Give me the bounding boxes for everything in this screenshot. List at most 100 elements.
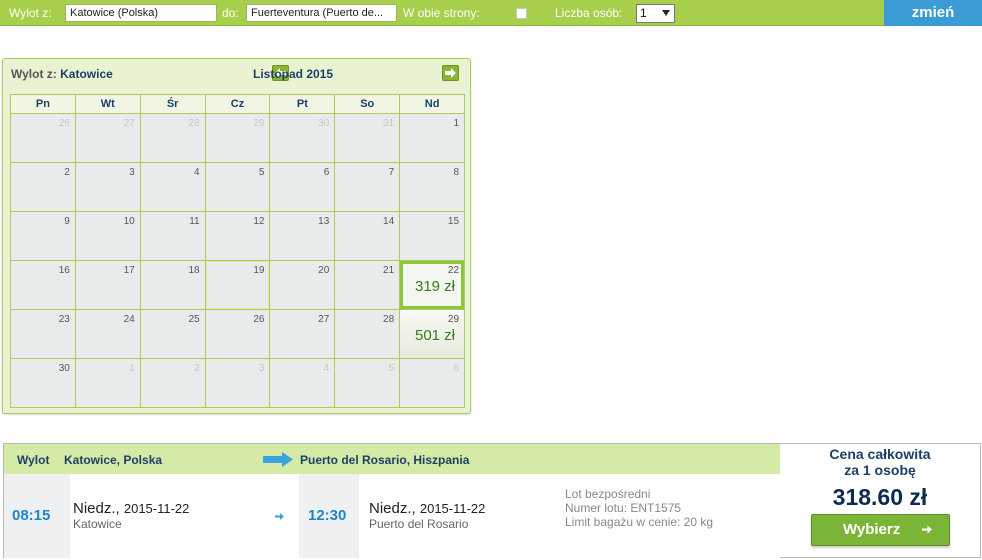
day-number: 25: [188, 314, 200, 325]
to-label: do:: [222, 6, 239, 20]
calendar-day: 10: [75, 212, 141, 261]
calendar-day: 18: [140, 261, 206, 310]
calendar-week: 9 10 11 12 13 14 15: [11, 212, 466, 261]
calendar-day: 1: [75, 359, 141, 408]
weekday-label: Wt: [75, 95, 141, 114]
arrival-date-value: 2015-11-22: [419, 501, 486, 516]
calendar-day: 17: [75, 261, 141, 310]
calendar-week: 26 27 28 29 30 31 1: [11, 114, 466, 163]
weekday-label: Śr: [140, 95, 206, 114]
arrival-time: 12:30: [308, 507, 347, 524]
calendar-day-with-price[interactable]: 22 319 zł: [400, 261, 466, 310]
roundtrip-checkbox[interactable]: [516, 8, 527, 19]
calendar-day: 8: [400, 163, 466, 212]
departure-weekday: Niedz.,: [73, 500, 120, 517]
arrow-right-icon: [275, 513, 284, 520]
departure-date: Niedz., 2015-11-22: [73, 500, 189, 517]
calendar-day: 27: [270, 310, 336, 359]
day-number: 19: [253, 265, 265, 276]
weekday-label: Pn: [11, 95, 76, 114]
price-box: Cena całkowita za 1 osobę 318.60 zł Wybi…: [780, 444, 980, 557]
flight-direct-info: Lot bezpośredni: [565, 487, 651, 501]
calendar-month: Listopad 2015: [252, 67, 334, 81]
day-price: 319 zł: [414, 278, 456, 295]
calendar-day: 19: [205, 261, 271, 310]
day-number: 29: [253, 118, 265, 129]
search-bar: Wylot z: Katowice (Polska) do: Fuerteven…: [0, 0, 982, 26]
to-field[interactable]: Fuerteventura (Puerto de...: [246, 4, 397, 22]
flight-direction-label: Wylot: [17, 453, 50, 467]
calendar-day: 9: [11, 212, 76, 261]
day-number: 6: [453, 363, 460, 374]
day-number: 23: [58, 314, 70, 325]
from-label: Wylot z:: [9, 6, 52, 20]
calendar-day: 6: [270, 163, 336, 212]
calendar-day: 5: [205, 163, 271, 212]
day-price: 501 zł: [414, 327, 456, 344]
calendar-day: 7: [335, 163, 401, 212]
persons-label: Liczba osób:: [555, 6, 623, 20]
day-number: 20: [318, 265, 330, 276]
day-number: 8: [453, 167, 460, 178]
price-title-line1: Cena całkowita: [829, 446, 931, 462]
price-title-line2: za 1 osobę: [844, 462, 916, 478]
change-search-button[interactable]: zmień: [884, 0, 982, 26]
flight-number: Numer lotu: ENT1575: [565, 501, 682, 515]
select-flight-label: Wybierz: [843, 521, 901, 538]
persons-select[interactable]: 1: [636, 4, 675, 23]
calendar-day: 16: [11, 261, 76, 310]
calendar-day: 6: [400, 359, 466, 408]
day-number: 1: [129, 363, 135, 374]
calendar-day: 2: [11, 163, 76, 212]
day-number: 26: [253, 314, 265, 325]
day-number: 31: [383, 118, 395, 129]
calendar-grid: Pn Wt Śr Cz Pt So Nd 26 27 28 29 30 31 1 2 3 4 5 6 7 8 9 10 11…: [10, 94, 466, 408]
calendar-day: 31: [335, 114, 401, 163]
day-number: 3: [129, 167, 135, 178]
day-number: 18: [188, 265, 200, 276]
day-number: 26: [58, 118, 70, 129]
arrow-right-icon: [922, 525, 932, 534]
day-number: 14: [383, 216, 395, 227]
day-number: 17: [123, 265, 135, 276]
calendar-day: 24: [75, 310, 141, 359]
day-number: 4: [323, 363, 330, 374]
calendar-day: 3: [205, 359, 271, 408]
calendar-week: 2 3 4 5 6 7 8: [11, 163, 466, 212]
day-number: 5: [388, 363, 395, 374]
departure-date-value: 2015-11-22: [123, 501, 190, 516]
calendar-day: 30: [270, 114, 336, 163]
chevron-down-icon: [662, 10, 670, 16]
day-number: 21: [383, 265, 395, 276]
roundtrip-label: W obie strony:: [403, 6, 480, 20]
day-number: 27: [123, 118, 135, 129]
departure-calendar: Wylot z: Katowice Listopad 2015 Pn Wt Śr Cz…: [2, 58, 471, 414]
calendar-day: 3: [75, 163, 141, 212]
calendar-day: 28: [335, 310, 401, 359]
from-field[interactable]: Katowice (Polska): [65, 4, 217, 22]
day-number: 24: [123, 314, 135, 325]
calendar-day: 2: [140, 359, 206, 408]
calendar-day-with-price[interactable]: 29 501 zł: [400, 310, 466, 359]
calendar-day: 14: [335, 212, 401, 261]
calendar-week: 16 17 18 19 20 21 22 319 zł: [11, 261, 466, 310]
day-number: 12: [253, 216, 265, 227]
price-title: Cena całkowita za 1 osobę: [780, 446, 980, 478]
flight-result: Wylot Katowice, Polska Puerto del Rosari…: [3, 443, 981, 558]
select-flight-button[interactable]: Wybierz: [811, 514, 950, 546]
departure-city: Katowice: [73, 517, 122, 531]
next-month-button[interactable]: [442, 65, 459, 81]
flight-from-city: Katowice, Polska: [64, 453, 163, 467]
day-number: 6: [323, 167, 330, 178]
calendar-week: 30 1 2 3 4 5 6: [11, 359, 466, 408]
arrow-right-icon: [445, 68, 456, 78]
calendar-day: 20: [270, 261, 336, 310]
total-price: 318.60 zł: [832, 484, 928, 510]
day-number: 4: [194, 167, 200, 178]
departure-time: 08:15: [12, 507, 51, 524]
day-number: 30: [58, 363, 70, 374]
calendar-title-prefix: Wylot z:: [11, 67, 57, 81]
arrival-city: Puerto del Rosario: [369, 517, 469, 531]
calendar-day: 29: [205, 114, 271, 163]
arrival-weekday: Niedz.,: [369, 500, 416, 517]
